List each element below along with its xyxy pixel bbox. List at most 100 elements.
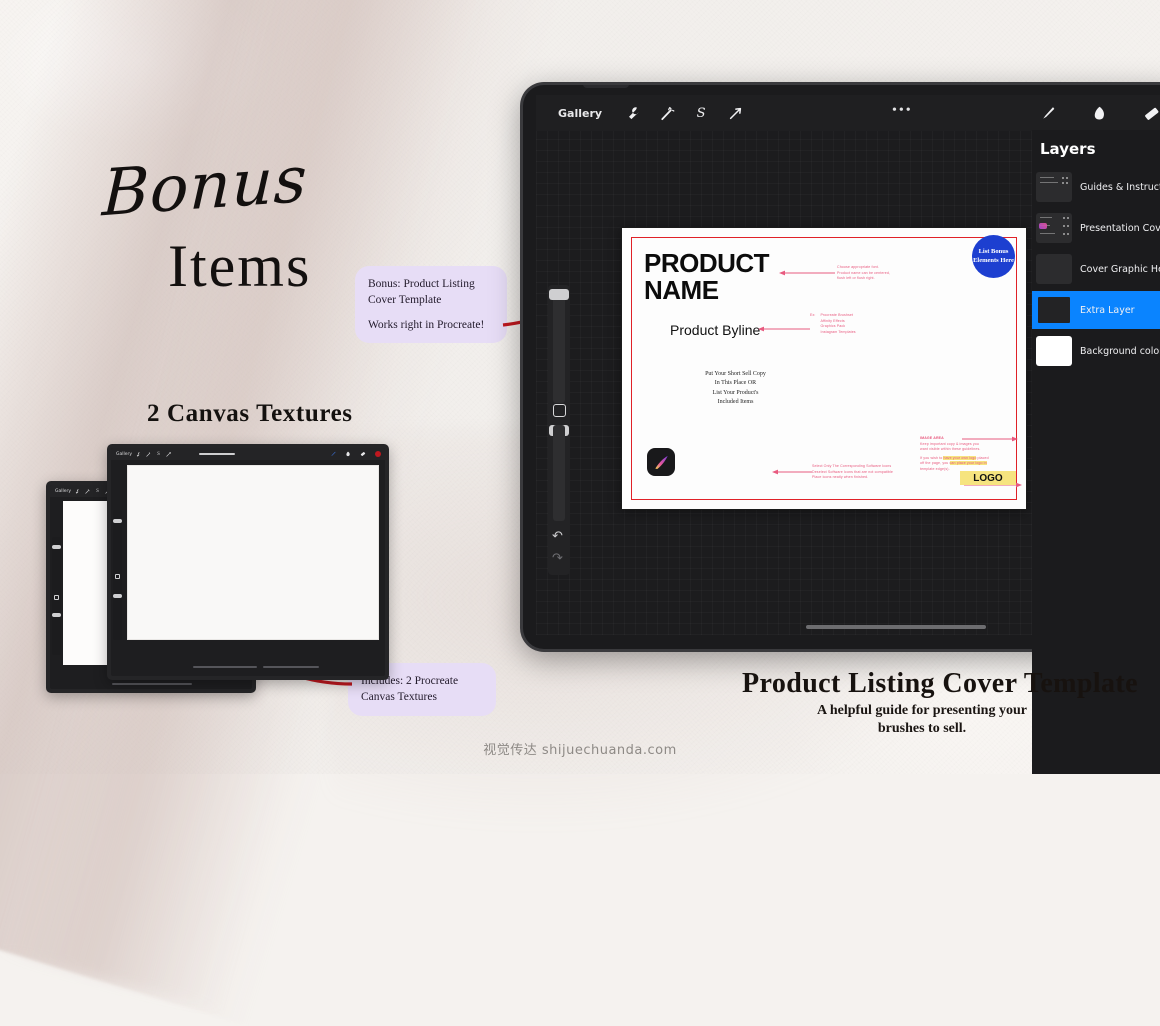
mini-right-tools-front	[326, 450, 381, 457]
mini-eraser-icon-front[interactable]	[359, 450, 366, 457]
image-note-highlight2: can place your logo in	[949, 461, 987, 466]
mini-wrench-icon-back[interactable]	[74, 488, 81, 495]
mini-sidebar-front	[113, 510, 122, 640]
artboard-document[interactable]: PRODUCT NAME Product Byline Put Your Sho…	[621, 227, 1027, 510]
image-note-line3a: If you wish to	[920, 455, 944, 460]
ipad-camera	[583, 85, 629, 88]
layer-thumbnail[interactable]	[1036, 336, 1072, 366]
brush-icon[interactable]	[1034, 100, 1060, 126]
callout-bonus-line1: Bonus: Product Listing	[368, 278, 475, 290]
layer-row[interactable]: Cover Graphic Here	[1032, 250, 1160, 288]
opacity-track[interactable]	[553, 425, 565, 521]
font-note-line3: flush left or flush right.	[837, 276, 875, 281]
mini-selection-icon-back[interactable]: S	[94, 488, 101, 495]
mini-magic-wand-icon-front[interactable]	[145, 451, 152, 458]
mini-brush-size-knob-back[interactable]	[52, 545, 61, 549]
mini-canvas-front	[127, 465, 379, 640]
transform-arrow-icon[interactable]	[722, 100, 748, 126]
layer-row[interactable]: Background color	[1032, 332, 1160, 370]
layer-row[interactable]: Guides & Instructions	[1032, 168, 1160, 206]
mini-home-indicator-front-2	[263, 666, 319, 668]
canvas-texture-mockup-front: Gallery S	[107, 444, 389, 680]
brush-size-track[interactable]	[553, 293, 565, 403]
overflow-menu-button[interactable]: •••	[892, 104, 913, 118]
product-byline: Product Byline	[670, 322, 761, 338]
mini-square-button-front[interactable]	[115, 574, 120, 579]
product-name-heading: PRODUCT NAME	[644, 248, 770, 306]
list-prefix: Ex:	[810, 313, 816, 317]
callout-textures-line2: Canvas Textures	[361, 691, 437, 704]
layer-name: Guides & Instructions	[1080, 181, 1160, 193]
mini-smudge-icon-front[interactable]	[344, 450, 351, 457]
mini-screen-front: Gallery S	[111, 448, 385, 676]
image-note-line4a: off the page, you	[920, 461, 950, 466]
mini-transform-icon-front[interactable]	[165, 451, 172, 458]
layers-panel-title: Layers	[1040, 140, 1096, 158]
undo-icon[interactable]: ↶	[552, 529, 563, 544]
mini-wrench-icon-front[interactable]	[135, 451, 142, 458]
footer-subtitle-line2: brushes to sell.	[877, 720, 967, 736]
annotation-font-note: Choose appropriate font. Product name ca…	[837, 265, 923, 282]
footer-subtitle-line1: A helpful guide for presenting your	[817, 703, 1027, 718]
annotation-image-area: IMAGE AREA Keep important copy & images …	[920, 436, 1012, 472]
mini-gallery-label-front[interactable]: Gallery	[116, 452, 132, 457]
sell-copy-line2: In This Place OR	[714, 380, 757, 387]
watermark: 视觉传达 shijuechuanda.com	[483, 743, 677, 758]
redo-icon[interactable]: ↷	[552, 551, 563, 566]
mini-toolbar-front: Gallery S	[111, 448, 385, 460]
layer-thumbnail[interactable]	[1036, 172, 1072, 202]
layer-thumbnail[interactable]	[1036, 295, 1072, 325]
mini-square-button-back[interactable]	[54, 595, 59, 600]
page-title-items: Items	[168, 233, 312, 299]
image-note-highlight1: have your own logo	[943, 455, 977, 460]
magic-wand-icon[interactable]	[654, 100, 680, 126]
mini-magic-wand-icon-back[interactable]	[84, 488, 91, 495]
mini-opacity-knob-back[interactable]	[52, 613, 61, 617]
layer-name: Presentation Cover	[1080, 222, 1160, 234]
sell-copy-line3: List Your Product's	[712, 389, 759, 396]
eraser-icon[interactable]	[1138, 100, 1160, 126]
logo-label: LOGO	[973, 472, 1003, 484]
sell-copy-line1: Put Your Short Sell Copy	[705, 371, 766, 377]
gallery-button[interactable]: Gallery	[558, 107, 602, 120]
layer-row-selected[interactable]: Extra Layer	[1032, 291, 1160, 329]
callout-bonus-line2: Cover Template	[368, 294, 442, 307]
layer-name: Background color	[1080, 345, 1160, 357]
product-name-line1: PRODUCT	[644, 248, 770, 278]
mini-color-swatch-front[interactable]	[374, 450, 381, 457]
callout-bonus-template: Bonus: Product Listing Cover Template Wo…	[355, 266, 507, 343]
s-selection-icon[interactable]: S	[688, 100, 714, 126]
wrench-icon[interactable]	[620, 100, 646, 126]
image-note-line3b: placed	[976, 455, 989, 460]
mini-brush-icon-front[interactable]	[329, 450, 336, 457]
list-item-0: Procreate Brushset	[820, 313, 854, 317]
annotation-icons-note: Select Only The Corresponding Software I…	[812, 464, 917, 481]
mini-selection-icon-front[interactable]: S	[155, 451, 162, 458]
annotation-product-list: Ex: Procreate Brushset Affinity Effects …	[810, 313, 880, 335]
layer-thumbnail[interactable]	[1036, 213, 1072, 243]
bonus-elements-badge: List Bonus Elements Here	[972, 235, 1015, 278]
product-name-line2: NAME	[644, 275, 719, 306]
layer-row[interactable]: Presentation Cover	[1032, 209, 1160, 247]
list-item-3: Instagram Templates	[820, 329, 856, 334]
mini-top-indicator-front	[199, 453, 235, 455]
procreate-app-icon	[647, 448, 675, 476]
callout-bonus-line3: Works right in Procreate!	[368, 318, 485, 331]
ipad-home-indicator	[806, 625, 986, 629]
layer-thumbnail[interactable]	[1036, 254, 1072, 284]
sell-copy-line4: Included Items	[717, 398, 754, 405]
smudge-icon[interactable]	[1086, 100, 1112, 126]
mini-sidebar-back	[52, 537, 61, 655]
mini-gallery-label-back[interactable]: Gallery	[55, 489, 71, 494]
mini-opacity-knob-front[interactable]	[113, 594, 122, 598]
page-title-bonus: Bonus	[100, 142, 309, 232]
footer-title: Product Listing Cover Template	[742, 668, 1138, 699]
brush-size-knob[interactable]	[549, 289, 569, 300]
sell-copy-block: Put Your Short Sell Copy In This Place O…	[668, 370, 803, 407]
layer-name: Extra Layer	[1080, 304, 1135, 316]
mini-home-indicator-back	[112, 683, 192, 685]
procreate-right-tools	[1026, 100, 1160, 126]
mini-brush-size-knob-front[interactable]	[113, 519, 122, 523]
modify-square-button[interactable]	[553, 404, 566, 417]
icons-note-line3: Place icons neatly when finished.	[812, 475, 869, 480]
